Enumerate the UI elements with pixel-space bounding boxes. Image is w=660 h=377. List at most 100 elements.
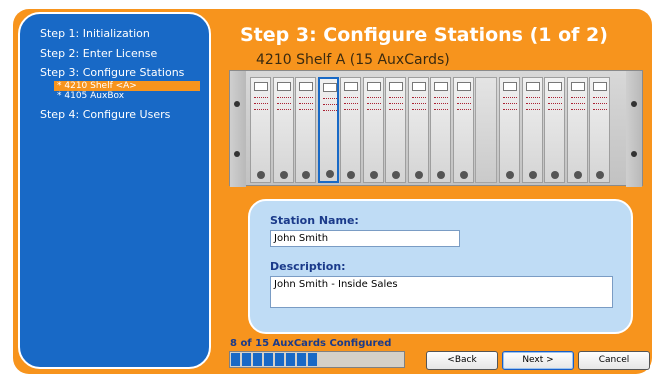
card-knob <box>437 171 445 179</box>
progress-segment <box>253 353 262 366</box>
card-indicator <box>434 109 448 112</box>
card-indicator <box>322 110 337 113</box>
sidebar-step-1[interactable]: Step 1: Initialization <box>20 24 209 44</box>
card-indicator <box>344 97 358 100</box>
card-knob <box>392 171 400 179</box>
card-indicator <box>299 103 313 106</box>
card-indicator <box>503 103 517 106</box>
auxcard-slot[interactable] <box>340 77 361 183</box>
auxcard-slot[interactable] <box>566 77 588 183</box>
card-display <box>254 82 268 91</box>
card-indicator <box>411 109 426 112</box>
card-knob <box>573 171 582 179</box>
card-indicator <box>456 97 471 100</box>
card-indicator <box>593 109 607 112</box>
card-indicator <box>434 103 448 106</box>
card-indicator <box>525 103 540 106</box>
card-indicator <box>548 109 562 112</box>
card-indicator <box>570 97 585 100</box>
card-indicator <box>276 97 291 100</box>
card-display <box>525 82 540 91</box>
auxcard-slot[interactable] <box>272 77 294 183</box>
card-knob <box>414 171 423 179</box>
shelf-image <box>229 70 643 187</box>
station-name-field[interactable]: John Smith <box>270 230 460 247</box>
auxcard-slot[interactable] <box>317 77 339 183</box>
card-indicator <box>456 109 471 112</box>
sidebar-step-3[interactable]: Step 3: Configure Stations <box>20 64 209 81</box>
card-knob <box>302 171 310 179</box>
page-title: Step 3: Configure Stations (1 of 2) <box>240 24 608 46</box>
card-indicator <box>389 97 403 100</box>
card-display <box>456 82 471 91</box>
progress-segment <box>297 353 306 366</box>
progress-label: 8 of 15 AuxCards Configured <box>230 338 392 349</box>
card-knob <box>325 170 334 178</box>
description-field[interactable]: John Smith - Inside Sales <box>270 276 613 308</box>
screw-icon <box>631 151 637 157</box>
card-indicator <box>254 97 268 100</box>
card-display <box>570 82 585 91</box>
card-indicator <box>570 109 585 112</box>
auxcard-slot[interactable] <box>430 77 451 183</box>
progress-segment <box>242 353 251 366</box>
card-display <box>411 82 426 91</box>
auxcard-slot[interactable] <box>295 77 316 183</box>
card-indicator <box>525 97 540 100</box>
progress-segment <box>264 353 273 366</box>
rack-ear-left <box>230 71 246 187</box>
wizard-sidebar: Step 1: Initialization Step 2: Enter Lic… <box>18 12 211 369</box>
card-display <box>434 82 448 91</box>
card-indicator <box>548 97 562 100</box>
screw-icon <box>234 151 240 157</box>
sidebar-step-2[interactable]: Step 2: Enter License <box>20 44 209 64</box>
progress-segment <box>275 353 284 366</box>
card-display <box>548 82 562 91</box>
card-display <box>366 82 381 91</box>
auxcard-slot[interactable] <box>521 77 543 183</box>
card-indicator <box>254 103 268 106</box>
card-indicator <box>366 103 381 106</box>
card-knob <box>257 171 265 179</box>
card-indicator <box>344 103 358 106</box>
screw-icon <box>631 101 637 107</box>
card-display <box>593 82 607 91</box>
auxcard-slot[interactable] <box>499 77 520 183</box>
card-indicator <box>299 109 313 112</box>
card-display <box>503 82 517 91</box>
card-indicator <box>389 103 403 106</box>
station-form-panel: Station Name: John Smith Description: Jo… <box>248 199 633 334</box>
auxcard-slot[interactable] <box>250 77 271 183</box>
cancel-button[interactable]: Cancel <box>578 351 650 370</box>
next-button[interactable]: Next > <box>502 351 574 370</box>
auxcard-progress-bar <box>229 351 405 368</box>
sidebar-subitem-4210-shelf[interactable]: * 4210 Shelf <A> <box>54 81 200 91</box>
auxcard-slot[interactable] <box>589 77 610 183</box>
card-knob <box>551 171 559 179</box>
sidebar-step-4[interactable]: Step 4: Configure Users <box>20 105 209 125</box>
auxcard-slot[interactable] <box>452 77 474 183</box>
card-display <box>389 82 403 91</box>
back-button[interactable]: <Back <box>426 351 498 370</box>
card-indicator <box>593 103 607 106</box>
auxcard-slot[interactable] <box>407 77 429 183</box>
card-indicator <box>456 103 471 106</box>
card-indicator <box>411 97 426 100</box>
card-display <box>344 82 358 91</box>
card-knob <box>528 171 537 179</box>
card-indicator <box>570 103 585 106</box>
screw-icon <box>234 101 240 107</box>
card-indicator <box>389 109 403 112</box>
card-indicator <box>366 97 381 100</box>
auxcard-slot[interactable] <box>544 77 565 183</box>
station-name-label: Station Name: <box>270 214 359 227</box>
card-indicator <box>366 109 381 112</box>
card-indicator <box>548 103 562 106</box>
auxcard-slot[interactable] <box>385 77 406 183</box>
sidebar-subitem-4105-auxbox[interactable]: * 4105 AuxBox <box>54 91 209 101</box>
card-indicator <box>276 109 291 112</box>
card-display <box>276 82 291 91</box>
progress-segment <box>308 353 317 366</box>
auxcard-slot[interactable] <box>362 77 384 183</box>
card-indicator <box>503 109 517 112</box>
